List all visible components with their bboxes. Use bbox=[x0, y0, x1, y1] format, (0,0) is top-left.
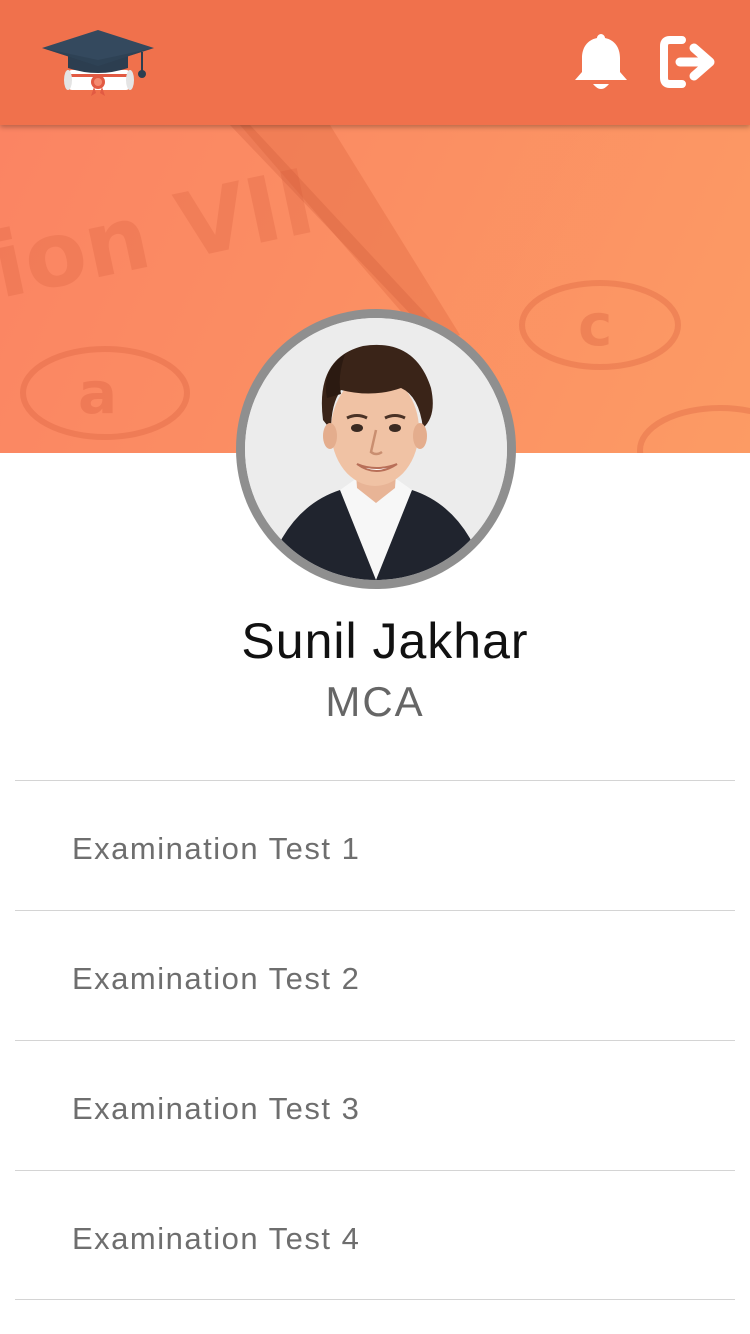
watermark-text: ion VII bbox=[0, 149, 323, 319]
top-app-bar bbox=[0, 0, 750, 125]
profile-avatar[interactable] bbox=[236, 309, 516, 589]
watermark-option-c: c bbox=[578, 291, 612, 359]
list-item-examination-test-1[interactable]: Examination Test 1 bbox=[15, 780, 735, 910]
test-label: Examination Test 1 bbox=[72, 831, 361, 866]
test-label: Examination Test 4 bbox=[72, 1221, 361, 1256]
list-item-examination-test-2[interactable]: Examination Test 2 bbox=[15, 910, 735, 1040]
examination-test-list: Examination Test 1 Examination Test 2 Ex… bbox=[15, 780, 735, 1300]
graduation-cap-logo-icon[interactable] bbox=[40, 26, 158, 100]
logout-button[interactable] bbox=[658, 32, 718, 92]
list-item-examination-test-4[interactable]: Examination Test 4 bbox=[15, 1170, 735, 1300]
avatar-photo bbox=[245, 318, 507, 580]
sign-out-icon bbox=[660, 36, 715, 88]
test-label: Examination Test 2 bbox=[72, 961, 361, 996]
list-item-examination-test-3[interactable]: Examination Test 3 bbox=[15, 1040, 735, 1170]
bell-icon bbox=[575, 34, 627, 89]
student-course: MCA bbox=[325, 678, 425, 725]
student-name: Sunil Jakhar bbox=[241, 613, 529, 669]
test-label: Examination Test 3 bbox=[72, 1091, 361, 1126]
watermark-option-a: a bbox=[78, 359, 117, 427]
notifications-button[interactable] bbox=[572, 30, 630, 94]
